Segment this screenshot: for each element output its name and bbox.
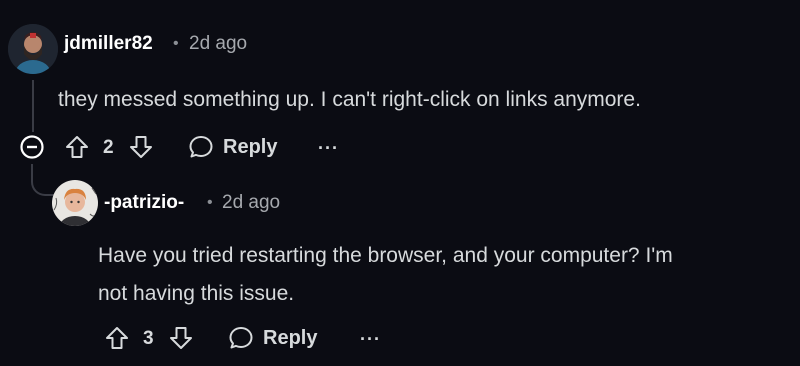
- upvote-button[interactable]: [104, 325, 130, 351]
- reply-button[interactable]: Reply: [188, 132, 284, 162]
- downvote-arrow-icon: [130, 136, 152, 158]
- upvote-button[interactable]: [64, 134, 90, 160]
- comment-author[interactable]: jdmiller82: [64, 33, 153, 55]
- comment-author[interactable]: -patrizio-: [104, 192, 184, 214]
- more-options-button[interactable]: ···: [318, 138, 339, 159]
- reply-button[interactable]: Reply: [228, 323, 324, 353]
- vote-score: 3: [143, 328, 154, 349]
- downvote-button[interactable]: [128, 134, 154, 160]
- more-options-button[interactable]: ···: [360, 329, 381, 350]
- user-avatar-icon: [52, 180, 98, 226]
- downvote-button[interactable]: [168, 325, 194, 351]
- comment-body-line: Have you tried restarting the browser, a…: [98, 244, 673, 267]
- speech-bubble-icon: [189, 136, 213, 158]
- comment-body: Have you tried restarting the browser, a…: [98, 237, 673, 313]
- comment-timestamp[interactable]: 2d ago: [189, 33, 247, 55]
- collapse-thread-icon: [20, 135, 44, 159]
- comment-timestamp[interactable]: 2d ago: [222, 192, 280, 214]
- avatar-jdmiller82[interactable]: [8, 24, 58, 74]
- reply-label: Reply: [263, 327, 318, 349]
- speech-bubble-icon: [229, 327, 253, 349]
- vote-score: 2: [103, 137, 114, 158]
- downvote-arrow-icon: [170, 327, 192, 349]
- user-avatar-icon: [8, 24, 58, 74]
- avatar-patrizio[interactable]: [52, 180, 98, 226]
- collapse-thread-button[interactable]: [19, 134, 45, 160]
- thread-line[interactable]: [32, 80, 34, 132]
- thread-connector: [31, 164, 55, 196]
- comment-body-line: not having this issue.: [98, 282, 295, 305]
- reply-label: Reply: [223, 136, 278, 158]
- separator-dot: •: [173, 35, 179, 52]
- comment-body: they messed something up. I can't right-…: [58, 88, 641, 111]
- separator-dot: •: [207, 194, 213, 211]
- upvote-arrow-icon: [106, 327, 128, 349]
- upvote-arrow-icon: [66, 136, 88, 158]
